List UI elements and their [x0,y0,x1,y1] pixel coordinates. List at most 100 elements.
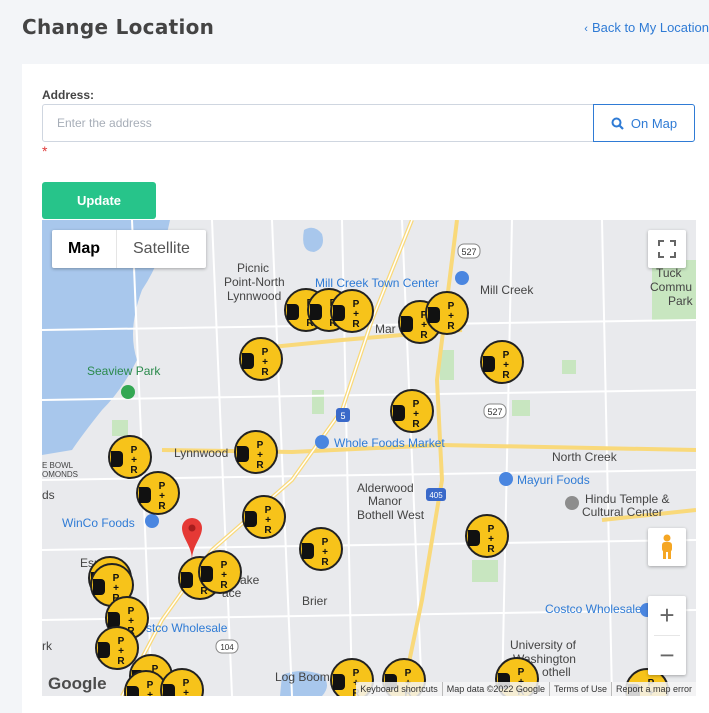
back-link-label: Back to My Location [591,20,709,35]
route-shield: 527 [457,243,481,259]
car-icon [310,304,322,320]
car-icon [98,642,110,658]
place-label: Brier [302,594,327,608]
zoom-out-button[interactable]: − [648,636,686,675]
location-card: Address: On Map * Update [22,64,709,713]
place-label: WinCo Foods [62,516,135,530]
place-label: Point-North [224,275,285,289]
park-and-ride-marker[interactable]: P+R [330,289,374,333]
map-type-map-button[interactable]: Map [52,230,116,268]
page-title: Change Location [22,15,215,39]
place-label: Picnic [237,261,269,275]
shopping-pin-icon[interactable] [145,514,159,528]
zoom-controls: + − [648,596,686,675]
keyboard-shortcuts-link[interactable]: Keyboard shortcuts [356,682,442,696]
park-and-ride-marker[interactable]: P+R [390,389,434,433]
park-and-ride-marker[interactable]: P+R [299,527,343,571]
address-label: Address: [42,88,95,102]
park-and-ride-marker[interactable]: P+R [465,514,509,558]
place-label: stco Wholesale [146,621,228,635]
street-view-pegman[interactable] [648,528,686,566]
route-shield: 104 [215,639,239,654]
car-icon [245,511,257,527]
park-area [112,420,128,436]
route-shield: 5 [336,408,350,422]
page-header: Change Location ‹ Back to My Location [0,0,709,60]
place-label: rk [42,639,53,653]
car-icon [401,316,413,332]
selected-location-pin-icon[interactable] [182,518,202,560]
park-area [512,400,530,416]
route-shield: 527 [483,403,507,419]
google-logo: Google [48,674,107,693]
map-canvas[interactable]: 527 527 5 405 104 Picnic Point-North Lyn… [42,220,696,696]
park-and-ride-marker[interactable]: P+R [95,626,139,670]
place-label: Mill Creek [480,283,534,297]
map-type-satellite-button[interactable]: Satellite [117,230,206,268]
map-view[interactable]: 527 527 5 405 104 Picnic Point-North Lyn… [42,220,696,696]
on-map-button[interactable]: On Map [593,104,695,142]
car-icon [483,356,495,372]
map-type-toggle: Map Satellite [52,230,206,268]
car-icon [428,307,440,323]
park-area [472,560,498,582]
place-label: Mar [375,322,396,336]
svg-text:405: 405 [429,491,443,500]
shopping-pin-icon[interactable] [455,271,469,285]
car-icon [287,304,299,320]
car-icon [139,487,151,503]
back-to-my-location-link[interactable]: ‹ Back to My Location [584,20,709,35]
park-and-ride-marker[interactable]: P+R [136,471,180,515]
car-icon [201,566,213,582]
fullscreen-button[interactable] [648,230,686,268]
place-label: Bothell West [357,508,425,522]
place-label: Log Boom [275,670,330,684]
place-label: Lynnwood [227,289,281,303]
park-and-ride-marker[interactable]: P+R [242,495,286,539]
zoom-in-button[interactable]: + [648,596,686,635]
car-icon [468,530,480,546]
park-and-ride-marker[interactable]: P+R [425,291,469,335]
car-icon [333,674,345,690]
car-icon [333,305,345,321]
shopping-pin-icon[interactable] [499,472,513,486]
lake-water [303,227,323,252]
temple-pin-icon[interactable] [565,496,579,510]
svg-text:5: 5 [340,411,345,421]
place-label: North Creek [552,450,618,464]
park-and-ride-marker[interactable]: P+R [234,430,278,474]
place-label: Hindu Temple & [585,492,670,506]
map-data-credit: Map data ©2022 Google [441,682,549,696]
terms-of-use-link[interactable]: Terms of Use [548,682,611,696]
fullscreen-icon [658,240,676,258]
report-map-error-link[interactable]: Report a map error [610,682,696,696]
car-icon [181,572,193,588]
park-pin-icon[interactable] [121,385,135,399]
car-icon [393,405,405,421]
place-label: Mill Creek Town Center [315,276,439,290]
car-icon [111,451,123,467]
park-and-ride-marker[interactable]: P+R [480,340,524,384]
chevron-left-icon: ‹ [584,23,588,35]
place-label: Park [668,294,694,308]
place-label: ake [240,573,260,587]
svg-text:527: 527 [487,407,502,417]
update-button[interactable]: Update [42,182,156,219]
park-and-ride-marker[interactable]: P+R [198,550,242,594]
place-label: OMONDS [42,470,78,479]
park-and-ride-marker[interactable]: P+R [108,435,152,479]
place-label: Seaview Park [87,364,161,378]
place-label: Whole Foods Market [334,436,445,450]
place-label: Commu [650,280,692,294]
place-label: Tuck [656,266,683,280]
address-input[interactable] [42,104,594,142]
shopping-pin-icon[interactable] [315,435,329,449]
place-label: University of [510,638,577,652]
car-icon [163,684,175,696]
park-area [312,390,324,414]
required-marker: * [42,143,48,159]
search-icon [611,117,624,130]
car-icon [302,543,314,559]
park-and-ride-marker[interactable]: P+R [239,337,283,381]
map-attribution: Keyboard shortcuts Map data ©2022 Google… [356,682,696,696]
